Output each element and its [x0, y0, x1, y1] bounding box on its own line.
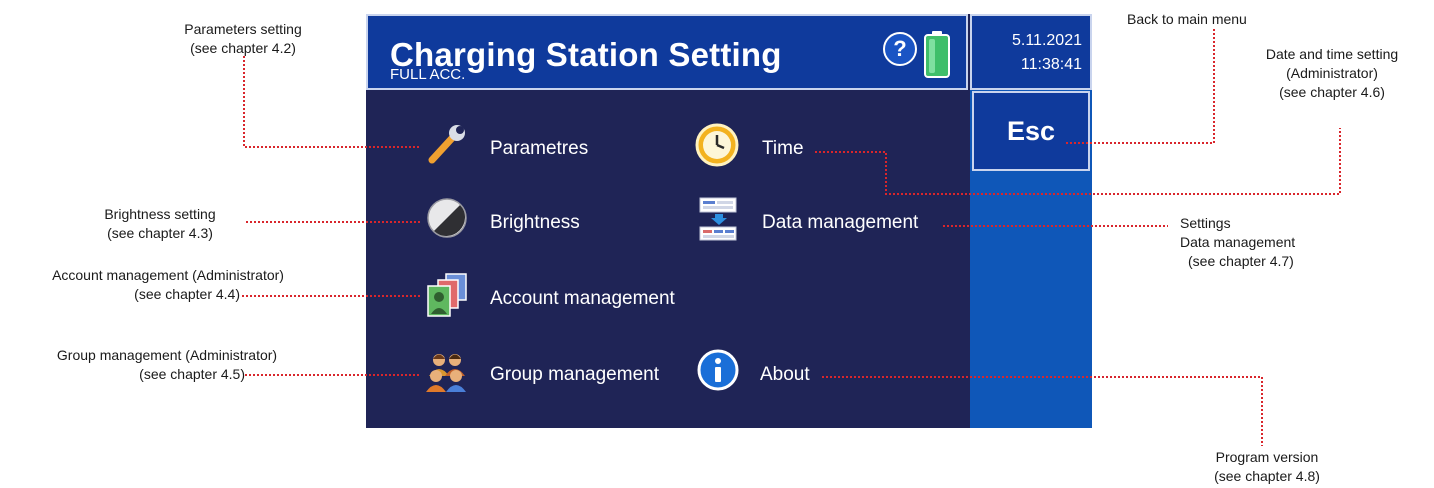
annotation-line: Program version	[1215, 449, 1319, 465]
menu-label: Data management	[762, 212, 919, 233]
info-icon	[697, 349, 739, 391]
help-icon[interactable]: ?	[883, 32, 917, 66]
annotation-line: (see chapter 4.5)	[139, 366, 245, 382]
esc-button[interactable]: Esc	[972, 91, 1090, 171]
menu-label: Brightness	[490, 212, 580, 233]
menu-item-time[interactable]: Time	[694, 122, 844, 172]
menu-item-group-management[interactable]: Group management	[424, 348, 694, 398]
annotation-line: (see chapter 4.4)	[134, 286, 240, 302]
date-value: 5.11.2021	[1012, 32, 1082, 49]
annotation-group: Group management (Administrator) (see ch…	[12, 346, 322, 384]
annotation-parameters: Parameters setting (see chapter 4.2)	[158, 20, 328, 58]
data-transfer-icon	[699, 197, 737, 241]
menu-item-brightness[interactable]: Brightness	[424, 196, 624, 246]
wrench-icon	[428, 125, 465, 164]
annotation-brightness: Brightness setting (see chapter 4.3)	[75, 205, 245, 243]
menu-label: About	[760, 364, 810, 385]
date-time-display[interactable]: 5.11.2021 11:38:41	[970, 14, 1092, 90]
annotation-line: (see chapter 4.8)	[1214, 468, 1320, 484]
annotation-line: Back to main menu	[1127, 11, 1247, 27]
group-icon	[426, 354, 466, 392]
time-value: 11:38:41	[1020, 56, 1082, 73]
annotation-account: Account management (Administrator) (see …	[4, 266, 332, 304]
menu-label: Account management	[490, 288, 675, 309]
annotation-line: Date and time setting	[1265, 46, 1399, 62]
menu-item-parameters[interactable]: Parametres	[424, 122, 624, 172]
annotation-line: Brightness setting	[104, 206, 216, 222]
annotation-program: Program version (see chapter 4.8)	[1182, 448, 1352, 486]
annotation-line: Account management (Administrator)	[52, 267, 284, 283]
annotation-data: Settings Data management (see chapter 4.…	[1180, 214, 1360, 271]
annotation-line: Data management	[1180, 234, 1296, 250]
annotation-line: Settings	[1180, 215, 1231, 231]
annotation-line: Group management (Administrator)	[56, 347, 278, 363]
menu-label: Parametres	[490, 138, 589, 159]
menu-label: Group management	[490, 364, 659, 385]
annotation-line: (see chapter 4.3)	[107, 225, 213, 241]
title-bar: Charging Station Setting FULL ACC. ?	[366, 14, 968, 90]
status-subtitle: FULL ACC.	[390, 66, 466, 83]
annotation-back: Back to main menu	[1127, 10, 1287, 29]
battery-icon	[924, 31, 950, 78]
menu-item-data-management[interactable]: Data management	[696, 196, 946, 246]
brightness-icon	[427, 198, 467, 238]
accounts-icon	[427, 273, 467, 317]
menu-label: Time	[762, 138, 804, 159]
menu-item-account-management[interactable]: Account management	[424, 272, 724, 322]
annotation-line: (Administrator)	[1286, 65, 1378, 81]
annotation-datetime: Date and time setting (Administrator) (s…	[1232, 45, 1432, 102]
menu-item-about[interactable]: About	[696, 348, 846, 398]
annotation-line: (see chapter 4.2)	[190, 40, 296, 56]
annotation-line: Parameters setting	[184, 21, 302, 37]
annotation-line: (see chapter 4.6)	[1279, 84, 1385, 100]
clock-icon	[695, 123, 739, 167]
annotation-line: (see chapter 4.7)	[1188, 253, 1294, 269]
